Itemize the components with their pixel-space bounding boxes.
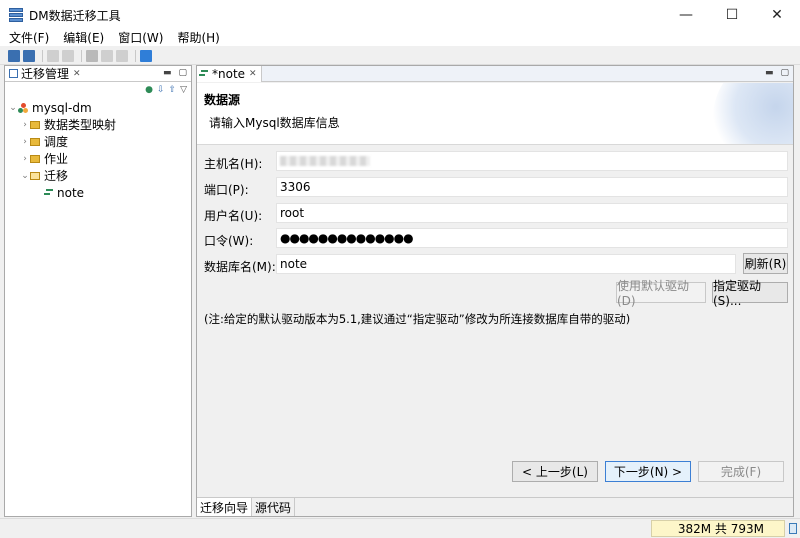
tree-item-type-mapping[interactable]: › 数据类型映射 — [5, 116, 191, 133]
password-input[interactable]: ●●●●●●●●●●●●●● — [276, 228, 788, 248]
toolbar-separator — [42, 49, 43, 62]
tree-item-label: 作业 — [44, 152, 69, 166]
undo-icon[interactable] — [47, 49, 59, 62]
project-tree: ⌄ mysql-dm › 数据类型映射 › 调度 › 作业 ⌄ 迁移 note — [5, 97, 191, 201]
tree-item-migration[interactable]: ⌄ 迁移 — [5, 167, 191, 184]
home-icon[interactable] — [140, 49, 152, 62]
tree-item-jobs[interactable]: › 作业 — [5, 150, 191, 167]
tree-item-note[interactable]: note — [5, 184, 191, 201]
migration-manager-panel: 迁移管理 ✕ ▬ ▢ ● ⇩ ⇧ ▽ ⌄ mysql-dm › 数据类型映射 › — [4, 65, 192, 517]
password-label: 口令(W): — [204, 234, 254, 248]
tab-label: *note — [212, 66, 246, 81]
toolbar-separator — [135, 49, 136, 62]
heap-status: 382M 共 793M — [651, 520, 785, 537]
refresh-button[interactable]: 刷新(R) — [743, 253, 788, 274]
next-button[interactable]: 下一步(N) > — [605, 461, 691, 482]
window-title: DM数据迁移工具 — [29, 8, 121, 23]
maximize-view-icon[interactable]: ▢ — [178, 68, 187, 78]
save-all-icon[interactable] — [23, 49, 35, 62]
redacted-host — [280, 156, 370, 166]
editor-panel: *note ✕ ▬ ▢ 数据源 请输入Mysql数据库信息 主机名(H): 端口… — [196, 65, 794, 517]
database-label: 数据库名(M): — [204, 260, 276, 274]
header-decoration — [713, 83, 793, 144]
wizard-header: 数据源 请输入Mysql数据库信息 — [197, 83, 793, 145]
folder-icon — [30, 137, 40, 146]
specify-driver-button[interactable]: 指定驱动(S)... — [712, 279, 788, 308]
migration-icon — [44, 189, 53, 196]
copy-icon[interactable] — [101, 49, 113, 62]
title-bar: DM数据迁移工具 — ☐ ✕ — [0, 0, 800, 30]
chevron-right-icon[interactable]: › — [20, 154, 30, 164]
tree-toolbar: ● ⇩ ⇧ ▽ — [5, 82, 191, 97]
redo-icon[interactable] — [62, 49, 74, 62]
tree-item-schedule[interactable]: › 调度 — [5, 133, 191, 150]
default-driver-button[interactable]: 使用默认驱动(D) — [616, 279, 706, 308]
tree-item-label: 调度 — [44, 135, 69, 149]
menu-help[interactable]: 帮助(H) — [170, 30, 226, 46]
driver-note: (注:给定的默认驱动版本为5.1,建议通过“指定驱动”修改为所连接数据库自带的驱… — [204, 312, 631, 326]
tree-item-mysql-dm[interactable]: ⌄ mysql-dm — [5, 99, 191, 116]
folder-icon — [30, 154, 40, 163]
close-button[interactable]: ✕ — [754, 0, 800, 30]
wizard-description: 请输入Mysql数据库信息 — [209, 116, 340, 130]
menu-edit[interactable]: 编辑(E) — [56, 30, 111, 46]
menu-bar: 文件(F) 编辑(E) 窗口(W) 帮助(H) — [0, 30, 800, 46]
view-menu-icon[interactable]: ▽ — [180, 85, 187, 95]
maximize-view-icon[interactable]: ▢ — [780, 68, 789, 78]
chevron-down-icon[interactable]: ⌄ — [20, 171, 30, 181]
wizard-title: 数据源 — [204, 93, 241, 107]
tree-item-label: note — [57, 185, 85, 200]
tab-note[interactable]: *note ✕ — [197, 65, 262, 82]
host-input[interactable] — [276, 151, 788, 171]
paste-icon[interactable] — [116, 49, 128, 62]
minimize-button[interactable]: — — [663, 0, 709, 30]
chevron-right-icon[interactable]: › — [20, 137, 30, 147]
tab-migration-wizard[interactable]: 迁移向导 — [197, 498, 253, 516]
tab-source-code[interactable]: 源代码 — [252, 498, 296, 516]
tab-migration-manager[interactable]: 迁移管理 ✕ — [5, 66, 85, 82]
tab-label: 迁移管理 — [21, 67, 70, 81]
folder-icon — [30, 120, 40, 129]
cut-icon[interactable] — [86, 49, 98, 62]
tree-item-label: 数据类型映射 — [44, 118, 117, 132]
tree-item-label: 迁移 — [44, 169, 69, 183]
port-label: 端口(P): — [204, 183, 249, 197]
tree-item-label: mysql-dm — [32, 100, 92, 115]
back-button[interactable]: < 上一步(L) — [512, 461, 598, 482]
panel-tab-bar: 迁移管理 ✕ ▬ ▢ — [5, 66, 191, 82]
migration-icon — [199, 70, 208, 77]
export-icon[interactable]: ⇧ — [169, 85, 177, 95]
status-bar: 382M 共 793M — [0, 518, 800, 538]
toolbar-separator — [81, 49, 82, 62]
editor-bottom-tabs: 迁移向导 源代码 — [197, 497, 793, 516]
user-input[interactable]: root — [276, 203, 788, 223]
chevron-down-icon[interactable]: ⌄ — [8, 103, 18, 113]
host-label: 主机名(H): — [204, 157, 263, 171]
tree-view-icon — [9, 69, 18, 78]
database-icon — [18, 102, 28, 113]
garbage-collect-icon[interactable] — [789, 523, 797, 534]
close-icon[interactable]: ✕ — [249, 69, 257, 79]
toolbar — [0, 47, 800, 65]
menu-file[interactable]: 文件(F) — [2, 30, 56, 46]
database-input[interactable]: note — [276, 254, 736, 274]
import-icon[interactable]: ⇩ — [157, 85, 165, 95]
connect-icon[interactable]: ● — [145, 85, 153, 95]
minimize-view-icon[interactable]: ▬ — [765, 68, 774, 78]
finish-button[interactable]: 完成(F) — [698, 461, 784, 482]
minimize-view-icon[interactable]: ▬ — [163, 68, 172, 78]
menu-window[interactable]: 窗口(W) — [111, 30, 170, 46]
chevron-right-icon[interactable]: › — [20, 120, 30, 130]
folder-open-icon — [30, 171, 40, 180]
close-icon[interactable]: ✕ — [73, 69, 81, 79]
user-label: 用户名(U): — [204, 209, 263, 223]
port-input[interactable]: 3306 — [276, 177, 788, 197]
editor-tab-bar: *note ✕ ▬ ▢ — [197, 65, 793, 82]
maximize-button[interactable]: ☐ — [709, 0, 755, 30]
app-icon — [9, 8, 23, 22]
save-icon[interactable] — [8, 49, 20, 62]
